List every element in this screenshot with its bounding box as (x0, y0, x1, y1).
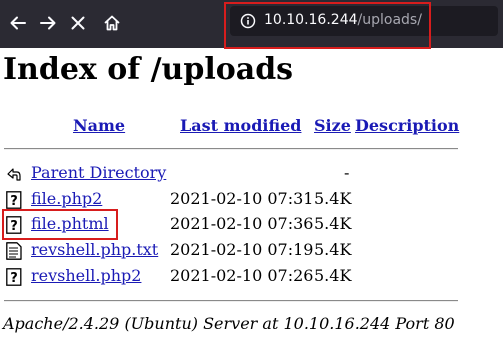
parent-directory-link[interactable]: Parent Directory (31, 163, 166, 182)
file-row: ? revshell.php2 2021-02-10 07:26 5.4K (0, 266, 503, 288)
unknown-file-icon: ? (6, 191, 22, 209)
file-modified: 2021-02-10 07:19 (170, 240, 314, 259)
svg-text:?: ? (10, 271, 18, 286)
header-divider (4, 148, 458, 150)
forward-button[interactable] (34, 9, 62, 37)
parent-directory-row: Parent Directory - (0, 163, 503, 185)
file-size: 5.4K (314, 214, 352, 233)
file-size: 5.4K (314, 189, 352, 208)
page-title: Index of /uploads (3, 52, 294, 87)
file-link[interactable]: file.php2 (31, 189, 102, 208)
back-arrow-icon (10, 16, 26, 30)
close-icon (71, 16, 85, 30)
back-button[interactable] (4, 9, 32, 37)
column-header-size[interactable]: Size (314, 116, 351, 135)
url-highlight-box (224, 2, 431, 49)
back-folder-icon (7, 168, 21, 181)
file-modified: 2021-02-10 07:36 (170, 214, 314, 233)
file-row: revshell.php.txt 2021-02-10 07:19 5.4K (0, 240, 503, 262)
file-row: ? file.php2 2021-02-10 07:31 5.4K (0, 189, 503, 211)
file-size: 5.4K (314, 240, 352, 259)
file-modified: 2021-02-10 07:31 (170, 189, 314, 208)
unknown-file-icon: ? (6, 268, 22, 286)
home-button[interactable] (98, 9, 126, 37)
file-link[interactable]: revshell.php2 (31, 266, 141, 285)
home-icon (104, 15, 120, 31)
forward-arrow-icon (40, 16, 56, 30)
footer-divider (4, 300, 458, 302)
file-highlight-box (2, 209, 118, 240)
column-header-description[interactable]: Description (355, 116, 459, 135)
svg-text:?: ? (10, 194, 18, 209)
file-size: 5.4K (314, 266, 352, 285)
parent-size: - (344, 163, 350, 182)
column-header-name[interactable]: Name (73, 116, 125, 135)
file-link[interactable]: revshell.php.txt (31, 240, 158, 259)
browser-toolbar: 10.10.16.244/uploads/ (0, 0, 503, 49)
file-modified: 2021-02-10 07:26 (170, 266, 314, 285)
server-signature: Apache/2.4.29 (Ubuntu) Server at 10.10.1… (3, 314, 455, 333)
stop-button[interactable] (64, 9, 92, 37)
column-header-last-modified[interactable]: Last modified (180, 116, 301, 135)
text-file-icon (6, 242, 22, 260)
